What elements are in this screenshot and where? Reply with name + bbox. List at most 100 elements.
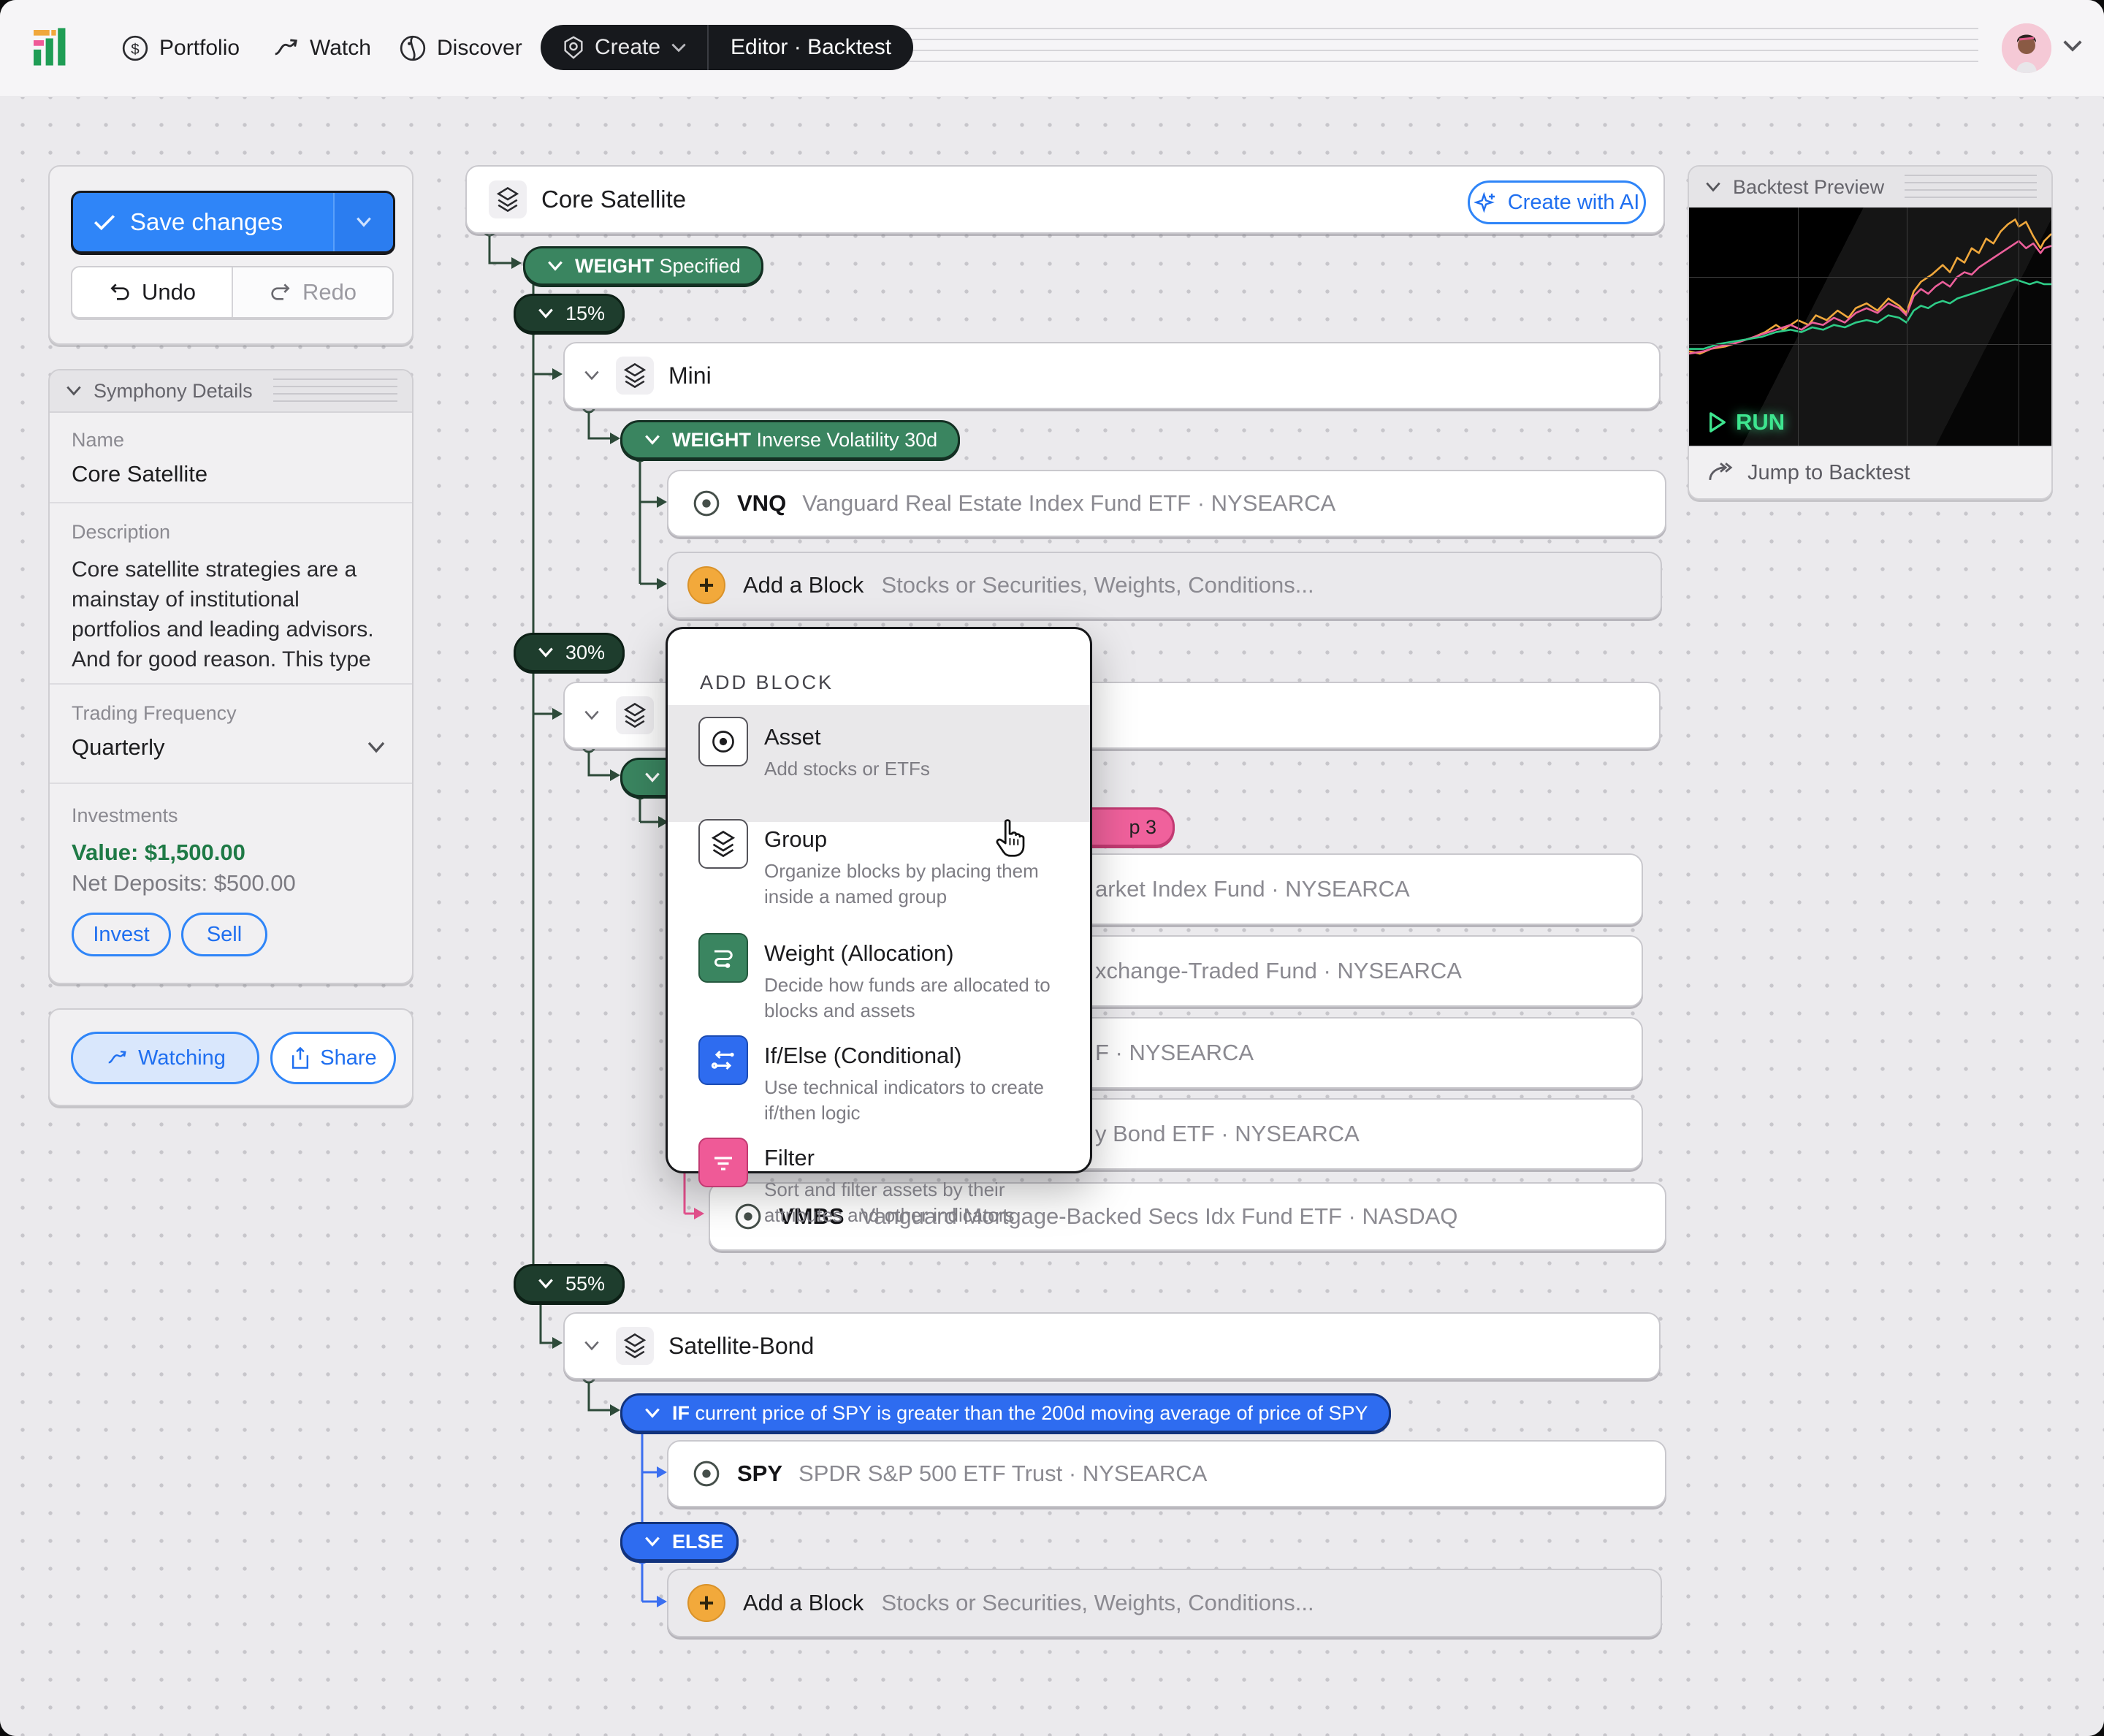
weight-percent: 15% [565, 302, 606, 324]
root-group-card[interactable]: Core Satellite Create with AI [465, 165, 1665, 234]
weight-branch-15[interactable]: 15% [514, 294, 625, 333]
asset-target-icon [698, 717, 748, 766]
asset-card-spy[interactable]: SPY SPDR S&P 500 ETF Trust · NYSEARCA [667, 1440, 1666, 1507]
if-condition-text: current price of SPY is greater than the… [695, 1401, 1368, 1424]
redo-icon [271, 283, 290, 300]
avatar-chevron-icon[interactable] [2062, 38, 2084, 54]
undo-icon [110, 283, 129, 300]
popup-item-filter[interactable]: Filter Sort and filter assets by their a… [668, 1126, 1090, 1240]
popup-item-title: Weight (Allocation) [764, 940, 954, 966]
popup-item-asset[interactable]: Asset Add stocks or ETFs [668, 705, 1090, 822]
backtest-preview-panel: Backtest Preview RUN Jump to Backtest [1688, 165, 2053, 500]
navbar: $ Portfolio Watch Discover Create Editor… [0, 0, 2104, 97]
create-badge-icon [564, 36, 583, 59]
asset-name: Vanguard Real Estate Index Fund ETF · NY… [802, 490, 1336, 516]
popup-item-title: Group [764, 826, 828, 852]
name-label: Name [72, 429, 125, 451]
watching-label: Watching [138, 1046, 226, 1070]
else-pill[interactable]: ELSE [620, 1522, 739, 1561]
filter-badge-fragment: p 3 [1129, 815, 1156, 838]
asset-name-fragment: F · NYSEARCA [1095, 1040, 1254, 1065]
strategy-canvas[interactable]: Save changes Undo Redo Symphony Details … [0, 96, 2104, 1736]
symphony-details-header[interactable]: Symphony Details [50, 370, 412, 413]
panel-drag-handle[interactable] [272, 378, 397, 403]
nav-portfolio[interactable]: $ Portfolio [121, 26, 240, 70]
backtest-chart: RUN [1689, 208, 2051, 447]
backtest-preview-header[interactable]: Backtest Preview [1689, 167, 2051, 209]
weight-percent: 55% [565, 1272, 606, 1295]
asset-card-vnq[interactable]: VNQ Vanguard Real Estate Index Fund ETF … [667, 470, 1666, 537]
popup-item-ifelse[interactable]: If/Else (Conditional) Use technical indi… [668, 1024, 1090, 1138]
weight-branch-30[interactable]: 30% [514, 633, 625, 672]
create-editor-pill: Create Editor · Backtest [541, 25, 914, 70]
nav-watch[interactable]: Watch [272, 26, 371, 70]
create-label: Create [595, 35, 661, 59]
save-dropdown-toggle[interactable] [333, 193, 393, 251]
redo-button[interactable]: Redo [233, 267, 392, 317]
chevron-down-icon [645, 772, 660, 783]
popup-item-group[interactable]: Group Organize blocks by placing them in… [668, 807, 1090, 921]
watching-button[interactable]: Watching [71, 1032, 259, 1084]
ai-sparkle-icon [1474, 191, 1495, 213]
weight-keyword: WEIGHT [575, 254, 654, 277]
asset-target-icon [693, 490, 720, 517]
chevron-down-icon [645, 1408, 660, 1418]
avatar[interactable] [2002, 23, 2051, 73]
tab-editor-backtest[interactable]: Editor · Backtest [709, 35, 913, 60]
chevron-down-icon[interactable] [582, 369, 601, 382]
layers-icon [616, 696, 654, 734]
undo-redo-group: Undo Redo [71, 266, 394, 319]
invest-label: Invest [93, 922, 150, 946]
if-condition-pill[interactable]: IF current price of SPY is greater than … [620, 1393, 1391, 1433]
symphony-details-title: Symphony Details [94, 379, 253, 402]
else-keyword: ELSE [672, 1530, 724, 1553]
asset-ticker: VNQ [737, 490, 787, 516]
panel-drag-handle[interactable] [1905, 175, 2037, 199]
create-with-ai-button[interactable]: Create with AI [1468, 180, 1646, 224]
group-card-mini[interactable]: Mini [563, 342, 1661, 409]
nav-discover[interactable]: Discover [399, 26, 522, 70]
invest-button[interactable]: Invest [72, 913, 171, 956]
nav-watch-label: Watch [310, 36, 371, 60]
chevron-down-icon[interactable] [365, 740, 387, 755]
layers-icon [616, 1327, 654, 1365]
save-changes-button[interactable]: Save changes [71, 191, 395, 254]
sell-button[interactable]: Sell [181, 913, 267, 956]
net-deposits-text: Net Deposits: $500.00 [72, 870, 296, 896]
chevron-down-icon[interactable] [582, 1339, 601, 1352]
weight-inverse-volatility-pill[interactable]: WEIGHT Inverse Volatility 30d [620, 420, 961, 460]
chevron-down-icon [66, 386, 81, 396]
weight-branch-55[interactable]: 55% [514, 1264, 625, 1303]
name-value[interactable]: Core Satellite [72, 461, 207, 487]
share-button[interactable]: Share [270, 1032, 396, 1084]
add-block-button[interactable]: + Add a Block Stocks or Securities, Weig… [667, 552, 1662, 619]
jump-to-backtest-button[interactable]: Jump to Backtest [1689, 446, 2051, 498]
weight-specified-pill[interactable]: WEIGHT Specified [523, 246, 763, 286]
divider [50, 683, 412, 685]
jump-to-backtest-label: Jump to Backtest [1747, 460, 1910, 484]
plus-icon: + [687, 566, 725, 604]
discover-compass-icon [400, 35, 426, 61]
create-menu[interactable]: Create [541, 35, 707, 60]
popup-item-weight[interactable]: Weight (Allocation) Decide how funds are… [668, 921, 1090, 1035]
group-card-satellite-bond[interactable]: Satellite-Bond [563, 1312, 1661, 1379]
divider [50, 502, 412, 503]
add-block-hint: Stocks or Securities, Weights, Condition… [881, 572, 1314, 598]
run-button[interactable]: RUN [1708, 409, 1785, 435]
trading-frequency-select[interactable]: Quarterly [72, 734, 164, 761]
weight-allocation-icon [698, 933, 748, 983]
composer-logo[interactable] [34, 28, 67, 66]
backtest-preview-title: Backtest Preview [1733, 175, 1885, 198]
chevron-down-icon [538, 647, 553, 658]
redo-label: Redo [302, 279, 357, 305]
chevron-down-icon[interactable] [582, 709, 601, 722]
actions-panel: Save changes Undo Redo [48, 165, 413, 345]
undo-button[interactable]: Undo [72, 267, 233, 317]
popup-item-title: Asset [764, 724, 821, 750]
popup-item-title: Filter [764, 1145, 815, 1170]
chevron-down-icon [645, 1537, 660, 1547]
navbar-drag-stripes [902, 28, 1978, 66]
description-value[interactable]: Core satellite strategies are a mainstay… [72, 555, 393, 674]
add-block-button[interactable]: + Add a Block Stocks or Securities, Weig… [667, 1569, 1662, 1637]
plus-icon: + [687, 1584, 725, 1622]
